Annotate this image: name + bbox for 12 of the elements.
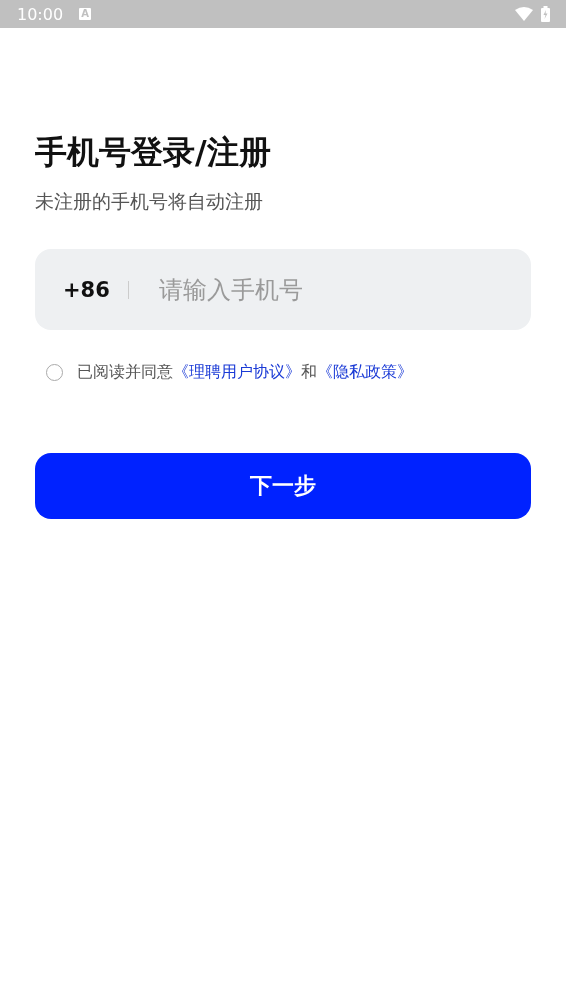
- wifi-icon: [515, 7, 533, 21]
- page-title: 手机号登录/注册: [35, 132, 272, 173]
- agreement-text: 已阅读并同意《理聘用户协议》和《隐私政策》: [77, 362, 413, 383]
- status-time: 10:00: [17, 4, 64, 24]
- notification-icon: A: [79, 8, 92, 20]
- agreement-link[interactable]: 《隐私政策》: [317, 362, 413, 381]
- subtitle: 未注册的手机号将自动注册: [35, 189, 264, 214]
- country-code[interactable]: +86: [63, 277, 110, 302]
- phone-input-field[interactable]: +86 请输入手机号: [35, 249, 531, 330]
- agreement-link[interactable]: 《理聘用户协议》: [173, 362, 301, 381]
- battery-icon: [541, 6, 550, 22]
- next-button[interactable]: 下一步: [35, 453, 531, 519]
